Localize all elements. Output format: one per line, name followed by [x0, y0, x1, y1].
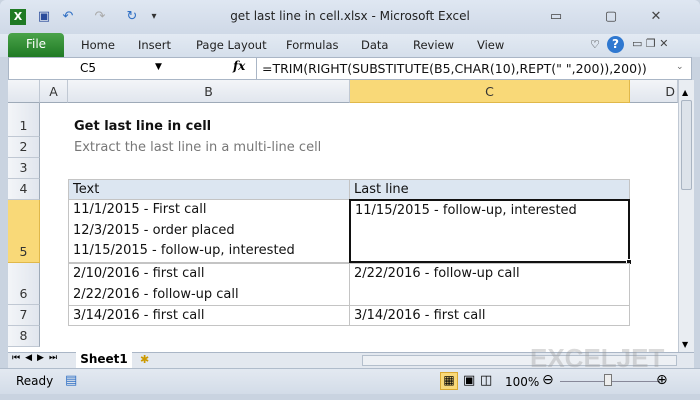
- scroll-up-icon[interactable]: ▲: [682, 88, 688, 97]
- column-header-a[interactable]: A: [40, 80, 68, 103]
- macro-record-icon[interactable]: ▤: [65, 373, 77, 388]
- tab-file[interactable]: File: [8, 33, 64, 57]
- table-cell-last-line[interactable]: 3/14/2016 - first call: [349, 305, 630, 326]
- minimize-icon[interactable]: ▭: [545, 9, 567, 24]
- status-ready: Ready: [16, 374, 54, 388]
- restore-icon[interactable]: ▭ ❐ ✕: [632, 37, 668, 50]
- column-header-c[interactable]: C: [350, 80, 630, 103]
- table-header-text[interactable]: Text: [68, 179, 350, 200]
- zoom-level[interactable]: 100%: [505, 375, 539, 389]
- help-icon[interactable]: ?: [607, 36, 624, 53]
- formula-input[interactable]: =TRIM(RIGHT(SUBSTITUTE(B5,CHAR(10),REPT(…: [262, 61, 647, 76]
- normal-view-icon[interactable]: ▦: [440, 372, 458, 390]
- row-header-3[interactable]: 3: [8, 158, 40, 179]
- column-header-b[interactable]: B: [68, 80, 350, 103]
- row-header-1[interactable]: 1: [8, 103, 40, 137]
- row-header-7[interactable]: 7: [8, 305, 40, 326]
- zoom-out-icon[interactable]: ⊖: [542, 372, 554, 388]
- scroll-down-icon[interactable]: ▼: [682, 340, 688, 349]
- ribbon-collapse-icon[interactable]: ♡: [590, 38, 600, 51]
- row-header-2[interactable]: 2: [8, 137, 40, 158]
- table-cell-text[interactable]: 3/14/2016 - first call: [68, 305, 350, 326]
- row-header-8[interactable]: 8: [8, 326, 40, 347]
- table-cell-last-line[interactable]: 2/22/2016 - follow-up call: [349, 263, 630, 306]
- row-header-6[interactable]: 6: [8, 263, 40, 305]
- tab-view[interactable]: View: [477, 38, 504, 52]
- close-icon[interactable]: ✕: [645, 9, 667, 24]
- sheet-nav-icons[interactable]: ⏮◀▶⏭: [12, 353, 62, 363]
- row-header-4[interactable]: 4: [8, 179, 40, 200]
- column-header-d[interactable]: D: [630, 80, 678, 103]
- name-box-dropdown-icon[interactable]: ▼: [155, 62, 162, 72]
- table-cell-last-line-selected[interactable]: 11/15/2015 - follow-up, interested: [349, 199, 630, 263]
- page-layout-view-icon[interactable]: ▣: [463, 373, 475, 388]
- sheet-title[interactable]: Get last line in cell: [70, 117, 211, 138]
- tab-review[interactable]: Review: [413, 38, 454, 52]
- vertical-scrollbar[interactable]: [678, 80, 694, 352]
- select-all-button[interactable]: [8, 80, 40, 103]
- maximize-icon[interactable]: ▢: [600, 9, 622, 24]
- row-header-5[interactable]: 5: [8, 200, 40, 263]
- insert-sheet-icon[interactable]: ✱: [140, 353, 149, 366]
- tab-home[interactable]: Home: [81, 38, 115, 52]
- zoom-slider-thumb[interactable]: [604, 374, 612, 386]
- fx-icon[interactable]: fx: [233, 59, 245, 73]
- tab-formulas[interactable]: Formulas: [286, 38, 339, 52]
- tab-data[interactable]: Data: [361, 38, 388, 52]
- name-box[interactable]: C5: [8, 57, 168, 80]
- tab-insert[interactable]: Insert: [138, 38, 171, 52]
- zoom-in-icon[interactable]: ⊕: [656, 372, 668, 388]
- expand-formula-icon[interactable]: ⌄: [676, 62, 684, 72]
- sheet-subtitle[interactable]: Extract the last line in a multi-line ce…: [70, 138, 321, 159]
- page-break-view-icon[interactable]: ◫: [480, 373, 492, 388]
- table-cell-text[interactable]: 11/1/2015 - First call 12/3/2015 - order…: [68, 199, 350, 263]
- table-cell-text[interactable]: 2/10/2016 - first call 2/22/2016 - follo…: [68, 263, 350, 306]
- tab-sheet1[interactable]: Sheet1: [76, 351, 132, 368]
- table-header-last-line[interactable]: Last line: [349, 179, 630, 200]
- tab-page-layout[interactable]: Page Layout: [196, 38, 267, 52]
- divider: [256, 57, 257, 80]
- scroll-thumb[interactable]: [681, 100, 692, 190]
- window-title: get last line in cell.xlsx - Microsoft E…: [230, 9, 470, 23]
